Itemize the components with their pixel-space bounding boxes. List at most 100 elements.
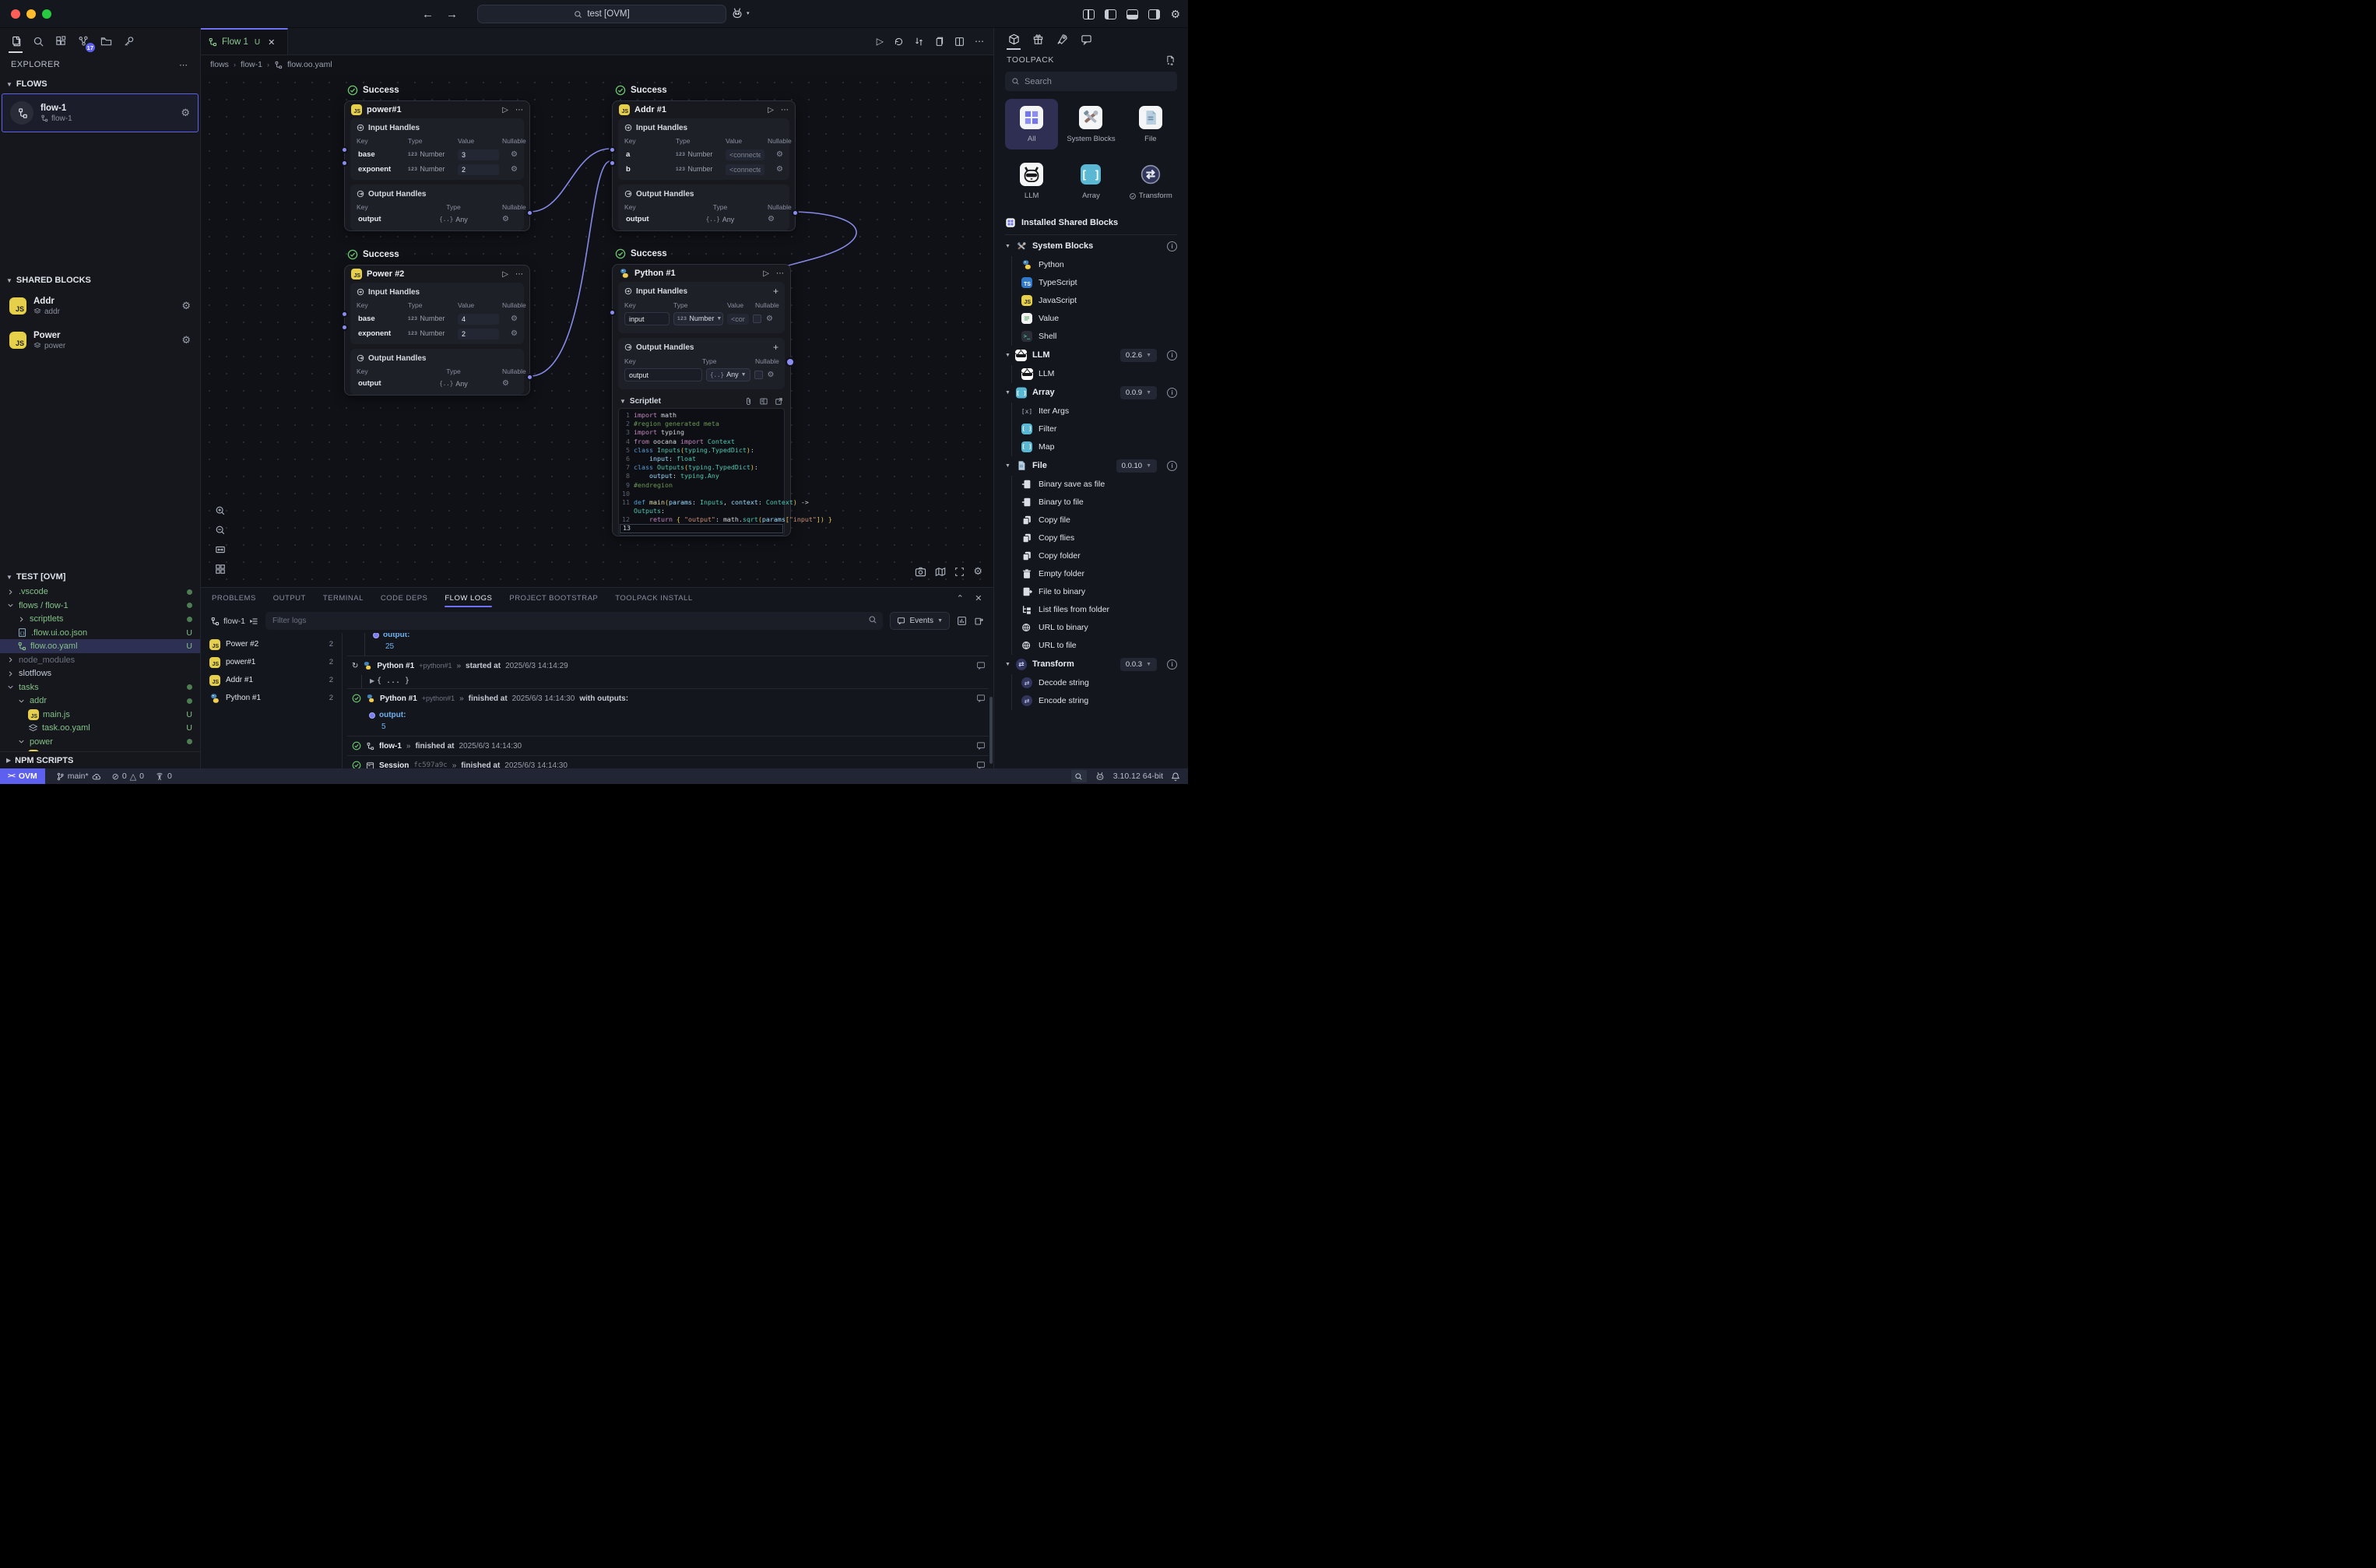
block-item-binary-to-file[interactable]: Binary to file: [1011, 494, 1188, 512]
version-selector[interactable]: 0.0.3▼: [1120, 658, 1157, 671]
settings-gear-icon[interactable]: ⚙: [181, 334, 191, 346]
input-port[interactable]: [341, 311, 348, 318]
shared-block-power[interactable]: JS Power power ⚙: [2, 324, 199, 357]
log-node-power-1[interactable]: JSpower#12: [201, 653, 342, 671]
expand-triangle-icon[interactable]: ▶: [370, 677, 374, 684]
handle-settings-gear-icon[interactable]: ⚙: [768, 371, 780, 379]
run-node-button[interactable]: ▷: [502, 270, 508, 279]
block-group-file[interactable]: ▼File0.0.10▼i: [994, 456, 1188, 476]
breadcrumb-flow-1[interactable]: flow-1: [241, 60, 262, 69]
node-more-button[interactable]: ⋯: [515, 270, 523, 279]
toggle-secondary-sidebar-button[interactable]: [1148, 9, 1160, 19]
tree-item-power[interactable]: power: [0, 735, 200, 749]
panel-tab-problems[interactable]: PROBLEMS: [212, 588, 256, 609]
forward-button[interactable]: →: [446, 8, 458, 21]
attach-icon[interactable]: [744, 397, 753, 406]
handle-settings-gear-icon[interactable]: ⚙: [766, 315, 779, 323]
status-search-icon[interactable]: [1071, 770, 1087, 782]
flows-section-header[interactable]: ▼ FLOWS: [0, 76, 200, 92]
panel-tab-toolpack-install[interactable]: TOOLPACK INSTALL: [615, 588, 692, 609]
info-icon[interactable]: i: [1167, 350, 1177, 360]
minimap-button[interactable]: [935, 567, 946, 577]
node-more-button[interactable]: ⋯: [781, 106, 789, 114]
handle-settings-gear-icon[interactable]: ⚙: [768, 215, 783, 223]
fit-view-button[interactable]: [213, 543, 227, 557]
toolpack-card-file[interactable]: File: [1124, 99, 1177, 149]
input-port[interactable]: [609, 146, 616, 153]
npm-scripts-header[interactable]: ▶ NPM SCRIPTS: [0, 751, 200, 768]
remote-indicator[interactable]: >< OVM: [0, 768, 45, 784]
handle-settings-gear-icon[interactable]: ⚙: [502, 150, 518, 159]
log-node-addr--1[interactable]: JSAddr #12: [201, 671, 342, 689]
log-entry-started[interactable]: ↻ Python #1 +python#1 » started at 2025/…: [346, 656, 993, 688]
run-node-button[interactable]: ▷: [502, 106, 508, 114]
shared-blocks-header[interactable]: ▼ SHARED BLOCKS: [0, 272, 200, 288]
explorer-files-icon[interactable]: [8, 33, 23, 49]
shared-block-addr[interactable]: JS Addr addr ⚙: [2, 290, 199, 322]
customize-layout-button[interactable]: [1083, 9, 1095, 19]
output-port[interactable]: [526, 374, 533, 381]
tree-item-flow.oo.yaml[interactable]: flow.oo.yamlU: [0, 639, 200, 653]
node-addr1[interactable]: JS Addr #1 ▷⋯ Input Handles KeyTypeValue…: [612, 100, 796, 231]
bell-icon[interactable]: [1171, 772, 1180, 782]
input-port[interactable]: [609, 309, 616, 316]
block-item-copy-folder[interactable]: Copy folder: [1011, 547, 1188, 565]
tree-item-slotflows[interactable]: slotflows: [0, 666, 200, 680]
handle-settings-gear-icon[interactable]: ⚙: [768, 150, 783, 159]
run-node-button[interactable]: ▷: [768, 106, 774, 114]
compare-runs-button[interactable]: [914, 37, 924, 47]
value-input[interactable]: [458, 329, 499, 339]
log-entry-session-finished[interactable]: Session fc597a9c » finished at 2025/6/3 …: [346, 756, 993, 768]
version-selector[interactable]: 0.2.6▼: [1120, 349, 1157, 362]
block-item-python[interactable]: Python: [1011, 256, 1188, 274]
toolpack-search[interactable]: Search: [1005, 72, 1177, 91]
tree-item-.vscode[interactable]: .vscode: [0, 585, 200, 599]
layout-grid-button[interactable]: [213, 562, 227, 576]
add-input-handle-button[interactable]: +: [773, 286, 779, 297]
message-icon[interactable]: [976, 761, 986, 768]
panel-tab-code-deps[interactable]: CODE DEPS: [381, 588, 427, 609]
output-port[interactable]: [526, 209, 533, 216]
log-stats-button[interactable]: [957, 616, 967, 626]
edge-power2-to-addr-b[interactable]: [530, 161, 610, 376]
blocks-extensions-icon[interactable]: [53, 33, 69, 49]
git-branch-item[interactable]: main*: [56, 772, 101, 781]
message-icon[interactable]: [976, 741, 986, 751]
ports-item[interactable]: 0: [155, 772, 172, 781]
handle-key-input[interactable]: [624, 312, 670, 325]
block-group-array[interactable]: ▼[ ]Array0.0.9▼i: [994, 383, 1188, 403]
zoom-out-button[interactable]: [213, 523, 227, 537]
handle-settings-gear-icon[interactable]: ⚙: [768, 165, 783, 174]
flow-canvas[interactable]: Success JS power#1 ▷⋯ Input Handles KeyT…: [201, 74, 993, 587]
flow-selector[interactable]: flow-1: [210, 617, 258, 626]
log-entries[interactable]: output: 25 ↻ Python #1 +python#1 »: [343, 633, 993, 768]
node-power2[interactable]: JS Power #2 ▷⋯ Input Handles KeyTypeValu…: [344, 265, 530, 396]
panel-close-icon[interactable]: ✕: [975, 593, 982, 603]
toolpack-card-transform[interactable]: Transform: [1124, 156, 1177, 206]
toolpack-card-system-blocks[interactable]: System Blocks: [1064, 99, 1117, 149]
screenshot-button[interactable]: [915, 567, 926, 577]
scriptlet-code-editor[interactable]: 1import math2#region generated meta3impo…: [618, 408, 785, 536]
split-editor-button[interactable]: [954, 37, 965, 47]
handle-settings-gear-icon[interactable]: ⚙: [502, 165, 518, 174]
settings-gear-icon[interactable]: ⚙: [1170, 8, 1180, 21]
close-window-button[interactable]: [11, 9, 20, 19]
value-input-connected[interactable]: [726, 164, 764, 175]
toolpack-card-all[interactable]: All: [1005, 99, 1058, 149]
panel-maximize-chevron-icon[interactable]: ⌃: [957, 593, 965, 603]
handle-key-input[interactable]: [624, 368, 702, 381]
tree-item-scriptlets[interactable]: scriptlets: [0, 612, 200, 626]
block-item-empty-folder[interactable]: Empty folder: [1011, 565, 1188, 583]
version-selector[interactable]: 0.0.10▼: [1116, 459, 1157, 473]
workspace-section-header[interactable]: ▼ TEST [OVM]: [0, 569, 200, 585]
events-filter-dropdown[interactable]: Events ▼: [890, 612, 950, 630]
open-external-icon[interactable]: [775, 397, 783, 406]
block-item-javascript[interactable]: JSJavaScript: [1011, 292, 1188, 310]
log-entry-flow-finished[interactable]: flow-1 » finished at 2025/6/3 14:14:30: [346, 737, 993, 755]
block-item-value[interactable]: Value: [1011, 310, 1188, 328]
breadcrumb-file[interactable]: flow.oo.yaml: [287, 60, 332, 69]
handle-settings-gear-icon[interactable]: ⚙: [502, 215, 518, 223]
block-item-copy-flies[interactable]: Copy flies: [1011, 529, 1188, 547]
flow-list-item[interactable]: flow-1 flow-1 ⚙: [2, 93, 199, 132]
folder-icon[interactable]: [98, 33, 114, 49]
